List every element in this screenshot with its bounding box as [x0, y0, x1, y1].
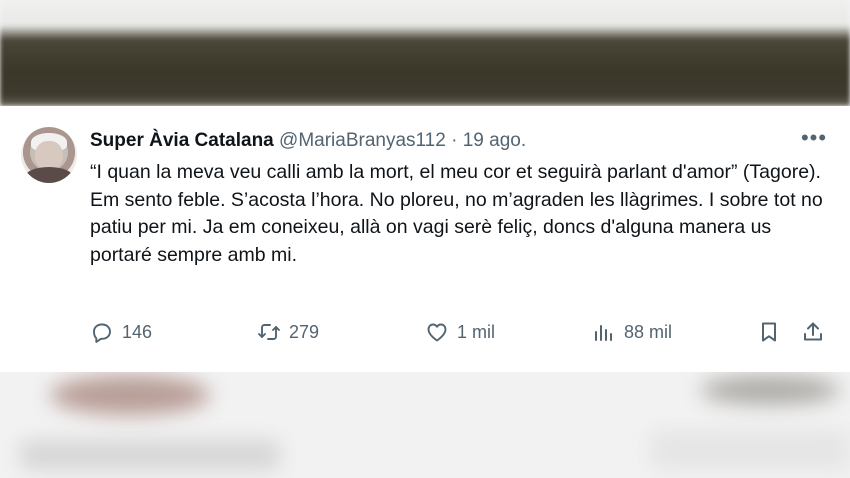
- tweet-date[interactable]: 19 ago.: [463, 130, 526, 151]
- reply-button[interactable]: 146: [90, 316, 152, 348]
- avatar[interactable]: [21, 127, 77, 183]
- share-icon: [801, 320, 825, 344]
- tweet-header: Super Àvia Catalana @MariaBranyas112 · 1…: [90, 128, 526, 154]
- retweet-icon: [257, 320, 281, 344]
- share-button[interactable]: [801, 316, 825, 348]
- tweet-quote-line: “I quan la meva veu calli amb la mort, e…: [90, 161, 821, 183]
- views-icon: [592, 320, 616, 344]
- reply-count: 146: [122, 321, 153, 342]
- tweet-actions: 146 279 1 mil 88 mil: [0, 316, 850, 348]
- bookmark-button[interactable]: [757, 316, 781, 348]
- more-options-icon[interactable]: •••: [800, 127, 828, 152]
- author-handle[interactable]: @MariaBranyas112: [279, 130, 446, 151]
- tweet-message-line: Em sento feble. S’acosta l’hora. No plor…: [90, 188, 823, 266]
- retweet-count: 279: [289, 321, 320, 342]
- views-count: 88 mil: [624, 321, 673, 342]
- bookmark-icon: [757, 320, 781, 344]
- separator-dot: ·: [451, 130, 458, 151]
- reply-icon: [90, 320, 114, 344]
- views-button[interactable]: 88 mil: [592, 316, 672, 348]
- heart-icon: [425, 320, 449, 344]
- retweet-button[interactable]: 279: [257, 316, 319, 348]
- blurred-shape: [50, 375, 210, 415]
- blurred-shape: [650, 430, 850, 470]
- like-count: 1 mil: [457, 321, 496, 342]
- author-name[interactable]: Super Àvia Catalana: [90, 130, 274, 151]
- like-button[interactable]: 1 mil: [425, 316, 495, 348]
- blurred-shape: [700, 375, 840, 405]
- blurred-background-top: [0, 0, 850, 106]
- avatar-shirt: [25, 167, 73, 183]
- tweet-text: “I quan la meva veu calli amb la mort, e…: [90, 159, 825, 269]
- blurred-shape: [20, 440, 280, 470]
